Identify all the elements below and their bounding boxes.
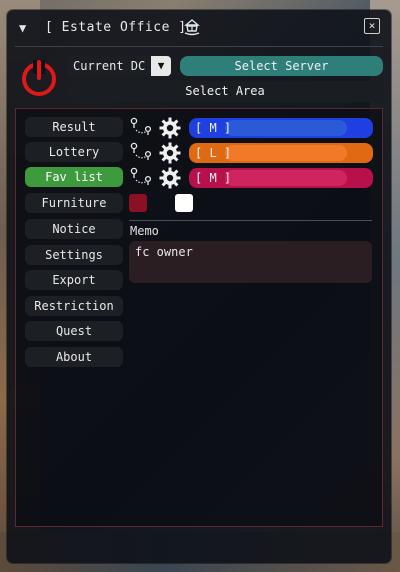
collapse-icon[interactable]: ▼ — [19, 21, 33, 35]
main-panel: Result Lottery Fav list Furniture Notice… — [15, 108, 383, 527]
sidebar-item-lottery[interactable]: Lottery — [25, 142, 123, 162]
fav-entry-fill — [225, 120, 347, 136]
fav-entry-row: [ M ] — [129, 167, 379, 189]
title-bar[interactable]: ▼ [ Estate Office ] × — [7, 10, 391, 46]
fav-entry-row: [ L ] — [129, 142, 379, 164]
close-button[interactable]: × — [364, 18, 380, 34]
memo-label: Memo — [130, 224, 159, 238]
fav-entry-label: [ L ] — [195, 146, 232, 160]
fav-entry-fill — [225, 145, 347, 161]
memo-divider — [129, 220, 372, 221]
fav-entry-label: [ M ] — [195, 121, 232, 135]
dc-select-value: Current DC — [73, 59, 146, 73]
map-pin-icon[interactable] — [129, 167, 153, 189]
fav-entry-bar[interactable]: [ M ] — [189, 118, 373, 138]
memo-field[interactable]: fc owner — [129, 241, 372, 283]
gear-icon[interactable] — [159, 142, 181, 164]
sidebar-item-furniture[interactable]: Furniture — [25, 193, 123, 213]
sidebar-item-settings[interactable]: Settings — [25, 245, 123, 265]
chevron-down-icon[interactable]: ▼ — [151, 56, 171, 76]
dc-select[interactable]: Current DC ▼ — [67, 56, 171, 76]
house-ship-icon — [184, 19, 200, 36]
color-swatch-secondary[interactable] — [175, 194, 193, 212]
title-divider — [15, 46, 383, 47]
map-pin-icon[interactable] — [129, 117, 153, 139]
power-icon[interactable] — [19, 58, 59, 98]
sidebar-item-result[interactable]: Result — [25, 117, 123, 137]
fav-entry-bar[interactable]: [ L ] — [189, 143, 373, 163]
fav-entry-fill — [225, 170, 347, 186]
estate-office-window: ▼ [ Estate Office ] × Current DC ▼ Selec… — [7, 10, 391, 563]
select-server-button[interactable]: Select Server — [180, 56, 383, 76]
gear-icon[interactable] — [159, 117, 181, 139]
sidebar-item-restriction[interactable]: Restriction — [25, 296, 123, 316]
gear-icon[interactable] — [159, 167, 181, 189]
color-swatch-primary[interactable] — [129, 194, 147, 212]
sidebar-item-about[interactable]: About — [25, 347, 123, 367]
sidebar-item-quest[interactable]: Quest — [25, 321, 123, 341]
sidebar-item-notice[interactable]: Notice — [25, 219, 123, 239]
fav-entry-label: [ M ] — [195, 171, 232, 185]
fav-entry-bar[interactable]: [ M ] — [189, 168, 373, 188]
sidebar-item-export[interactable]: Export — [25, 270, 123, 290]
map-pin-icon[interactable] — [129, 142, 153, 164]
fav-entry-row: [ M ] — [129, 117, 379, 139]
sidebar-item-fav-list[interactable]: Fav list — [25, 167, 123, 187]
window-title: [ Estate Office ] — [45, 20, 187, 35]
select-area-button[interactable]: Select Area — [67, 81, 383, 102]
